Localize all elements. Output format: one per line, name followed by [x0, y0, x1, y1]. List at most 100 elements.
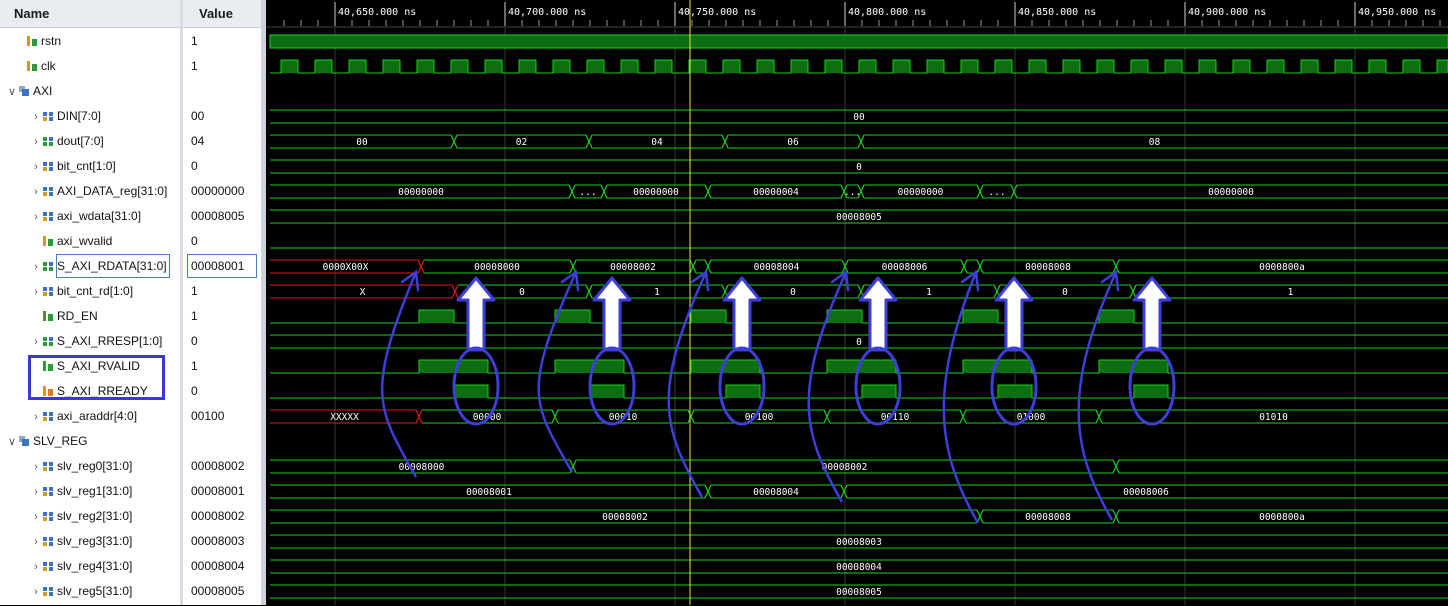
bus-green-icon — [42, 256, 54, 271]
annotation-up-arrow — [722, 276, 762, 352]
signal-row[interactable]: › bit_cnt[1:0] — [0, 154, 116, 179]
clk-high-fill — [1097, 60, 1114, 73]
bus-value-label: 06 — [787, 137, 799, 148]
bit-high-fill — [998, 385, 1032, 398]
chevron-right-icon[interactable]: › — [30, 530, 42, 555]
waveform-canvas[interactable]: 40,650.000 ns 40,700.000 ns 40,750.000 ns 4… — [266, 0, 1448, 605]
signal-row[interactable]: ∨ AXI — [0, 79, 52, 104]
signal-value: 0 — [191, 384, 198, 398]
signal-row[interactable]: RD_EN — [0, 304, 98, 329]
value-column-header[interactable]: Value — [183, 0, 261, 28]
signal-value: 1 — [191, 59, 198, 73]
signal-row[interactable]: rstn — [0, 29, 61, 54]
bus-value-label: 01010 — [1259, 412, 1288, 423]
bus-icon — [42, 106, 54, 121]
chevron-right-icon[interactable]: › — [30, 105, 42, 130]
bus-value-label: X — [360, 287, 366, 298]
bus-value-label: 00008008 — [1025, 512, 1071, 523]
bit-high-fill — [454, 385, 488, 398]
signal-value: 1 — [191, 34, 198, 48]
bus-value-label: 1 — [926, 287, 932, 298]
signal-name: AXI — [33, 84, 53, 98]
bus-value-label: 08 — [1149, 137, 1161, 148]
bus-icon — [42, 531, 54, 546]
signal-row[interactable]: › DIN[7:0] — [0, 104, 101, 129]
bus-value-label: 00008005 — [836, 212, 882, 223]
bus-value-label: 00008004 — [754, 262, 800, 273]
bit-high-fill — [419, 310, 454, 323]
name-column-header[interactable]: Name — [0, 0, 180, 28]
waveform-pane[interactable]: 40,650.000 ns 40,700.000 ns 40,750.000 ns 4… — [266, 0, 1448, 605]
chevron-right-icon[interactable]: › — [30, 455, 42, 480]
signal-name: slv_reg4[31:0] — [57, 559, 133, 573]
chevron-right-icon[interactable]: › — [30, 330, 42, 355]
time-label: 40,700.000 ns — [508, 7, 586, 18]
bus-edge — [967, 259, 984, 274]
chevron-down-icon[interactable]: ∨ — [6, 430, 18, 455]
clk-high-fill — [723, 60, 740, 73]
signal-row[interactable]: › dout[7:0] — [0, 129, 104, 154]
chevron-right-icon[interactable]: › — [30, 205, 42, 230]
signal-value: 00008005 — [191, 209, 245, 223]
signal-row[interactable]: › slv_reg4[31:0] — [0, 554, 132, 579]
signal-row[interactable]: clk — [0, 54, 56, 79]
signal-name: clk — [41, 59, 56, 73]
signal-row[interactable]: › S_AXI_RRESP[1:0] — [0, 329, 162, 354]
chevron-right-icon[interactable]: › — [30, 280, 42, 305]
clk-high-fill — [791, 60, 808, 73]
signal-row[interactable]: › axi_araddr[4:0] — [0, 404, 137, 429]
bus-value-label: 1 — [1288, 287, 1294, 298]
bus-value-label: 02 — [516, 137, 527, 148]
bus-edge — [696, 259, 712, 274]
clk-high-fill — [417, 60, 434, 73]
signal-value: 00008002 — [191, 459, 245, 473]
signal-row[interactable]: axi_wvalid — [0, 229, 112, 254]
chevron-right-icon[interactable]: › — [30, 180, 42, 205]
bit-icon — [26, 56, 38, 71]
chevron-down-icon[interactable]: ∨ — [6, 80, 18, 105]
chevron-right-icon[interactable]: › — [30, 480, 42, 505]
bit-high-fill — [862, 385, 896, 398]
bus-icon — [42, 281, 54, 296]
signal-value: 1 — [191, 309, 198, 323]
bus-value-label: 0000800a — [1259, 262, 1305, 273]
chevron-right-icon[interactable]: › — [30, 580, 42, 605]
bus-value-label: 00000000 — [398, 187, 444, 198]
time-label: 40,800.000 ns — [848, 7, 926, 18]
clk-high-fill — [1437, 60, 1448, 73]
bus-edge — [696, 259, 712, 274]
signal-row[interactable]: ∨ SLV_REG — [0, 429, 88, 455]
annotation-curve-arrow — [1077, 271, 1118, 521]
clk-high-fill — [349, 60, 366, 73]
bus-value-label: 00000000 — [633, 187, 679, 198]
waveform-viewer: Name rstn clk ∨ AXI › DIN[7:0] › dout[7:0] › bit_… — [0, 0, 1448, 605]
bus-value-label: 00000000 — [898, 187, 944, 198]
bit-high-fill — [269, 34, 1448, 49]
bus-value-label: XXXXX — [330, 412, 359, 423]
signal-row[interactable]: › axi_wdata[31:0] — [0, 204, 141, 229]
signal-row[interactable]: › slv_reg5[31:0] — [0, 579, 132, 604]
signal-row[interactable]: › slv_reg3[31:0] — [0, 529, 132, 554]
chevron-right-icon[interactable]: › — [30, 130, 42, 155]
signal-row[interactable]: › slv_reg1[31:0] — [0, 479, 132, 504]
chevron-right-icon[interactable]: › — [30, 155, 42, 180]
clk-high-fill — [825, 60, 842, 73]
chevron-right-icon[interactable]: › — [30, 555, 42, 580]
signal-name: SLV_REG — [33, 434, 88, 448]
signal-row[interactable]: › slv_reg0[31:0] — [0, 454, 132, 479]
signal-name: dout[7:0] — [57, 134, 104, 148]
clk-high-fill — [383, 60, 400, 73]
chevron-right-icon[interactable]: › — [30, 505, 42, 530]
clk-high-fill — [485, 60, 502, 73]
signal-row[interactable]: › slv_reg2[31:0] — [0, 504, 132, 529]
clk-high-fill — [1403, 60, 1420, 73]
signal-row[interactable]: › AXI_DATA_reg[31:0] — [0, 179, 167, 204]
selected-value-highlight — [187, 254, 257, 278]
clk-high-fill — [927, 60, 944, 73]
bus-icon — [42, 581, 54, 596]
chevron-right-icon[interactable]: › — [30, 405, 42, 430]
bus-icon — [42, 506, 54, 521]
chevron-right-icon[interactable]: › — [30, 255, 42, 280]
bus-value-label: 00008000 — [399, 462, 445, 473]
signal-row[interactable]: › bit_cnt_rd[1:0] — [0, 279, 133, 304]
